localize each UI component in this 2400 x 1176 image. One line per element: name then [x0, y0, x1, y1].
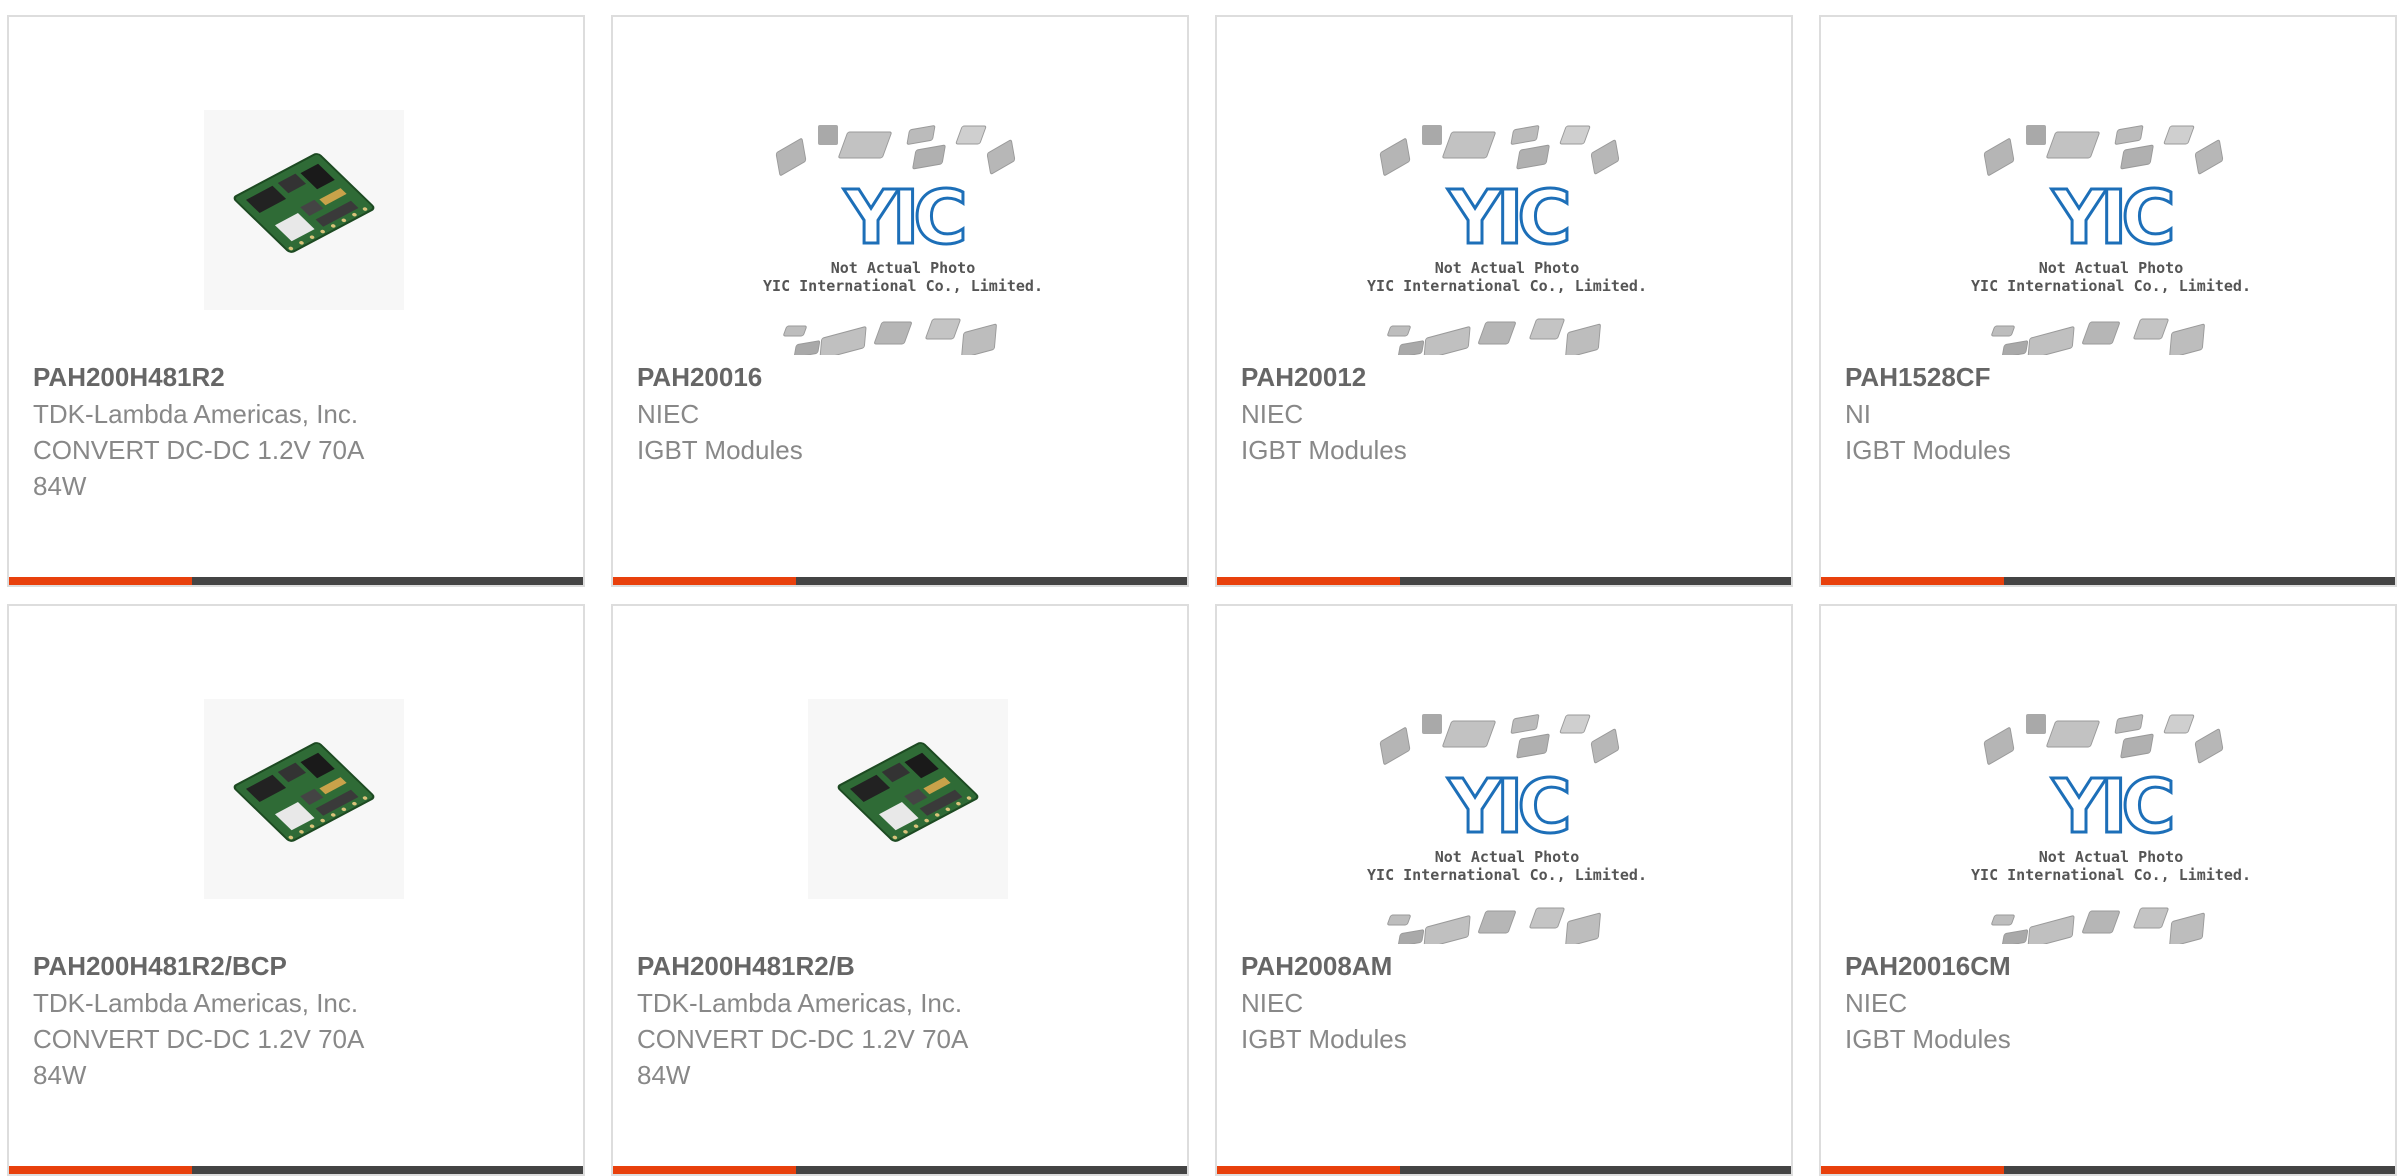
svg-text:YIC: YIC: [2051, 175, 2171, 261]
card-accent-bar: [1217, 1166, 1400, 1174]
product-info: PAH20016 NIEC IGBT Modules: [637, 359, 1037, 468]
manufacturer: NIEC: [637, 399, 700, 429]
yic-logo-icon: YIC: [1446, 763, 1575, 852]
product-image[interactable]: YIC Not Actual Photo YIC International Co.…: [1217, 682, 1791, 944]
yic-logo-icon: YIC: [2050, 763, 2179, 852]
description: IGBT Modules: [1241, 435, 1407, 465]
manufacturer: TDK-Lambda Americas, Inc.: [637, 988, 963, 1018]
description: IGBT Modules: [1241, 1024, 1407, 1054]
product-image[interactable]: YIC Not Actual Photo YIC International Co.…: [613, 93, 1187, 355]
manufacturer: NIEC: [1241, 988, 1304, 1018]
part-number-link[interactable]: PAH20016CM: [1845, 948, 2245, 985]
card-accent-bar: [9, 1166, 192, 1174]
product-card[interactable]: PAH200H481R2 TDK-Lambda Americas, Inc. C…: [7, 15, 585, 587]
product-info: PAH2008AM NIEC IGBT Modules: [1241, 948, 1641, 1057]
product-info: PAH200H481R2 TDK-Lambda Americas, Inc. C…: [33, 359, 433, 504]
part-number-link[interactable]: PAH200H481R2/BCP: [33, 948, 433, 985]
description: IGBT Modules: [1845, 435, 2011, 465]
svg-text:YIC: YIC: [2051, 764, 2171, 850]
part-number-link[interactable]: PAH1528CF: [1845, 359, 2245, 396]
product-image[interactable]: YIC Not Actual Photo YIC International Co.…: [1217, 93, 1791, 355]
card-footer-bar: [613, 577, 1187, 585]
card-footer-bar: [9, 577, 583, 585]
placeholder-caption: Not Actual Photo: [831, 259, 976, 277]
placeholder-caption: Not Actual Photo: [2039, 259, 2184, 277]
product-card[interactable]: PAH200H481R2/B TDK-Lambda Americas, Inc.…: [611, 604, 1189, 1176]
part-number-link[interactable]: PAH200H481R2: [33, 359, 433, 396]
product-card[interactable]: YIC Not Actual Photo YIC International Co.…: [1215, 15, 1793, 587]
placeholder-company: YIC International Co., Limited.: [1367, 277, 1647, 295]
svg-text:YIC: YIC: [843, 175, 963, 261]
placeholder-company: YIC International Co., Limited.: [1971, 277, 2251, 295]
product-image[interactable]: YIC Not Actual Photo YIC International Co.…: [1821, 93, 2395, 355]
placeholder-caption: Not Actual Photo: [1435, 848, 1580, 866]
card-accent-bar: [613, 1166, 796, 1174]
card-footer-bar: [9, 1166, 583, 1174]
card-footer-bar: [1821, 1166, 2395, 1174]
part-number-link[interactable]: PAH20012: [1241, 359, 1641, 396]
card-accent-bar: [1217, 577, 1400, 585]
card-accent-bar: [613, 577, 796, 585]
manufacturer: TDK-Lambda Americas, Inc.: [33, 988, 359, 1018]
svg-text:YIC: YIC: [1447, 175, 1567, 261]
product-info: PAH20016CM NIEC IGBT Modules: [1845, 948, 2245, 1057]
product-info: PAH20012 NIEC IGBT Modules: [1241, 359, 1641, 468]
card-footer-bar: [1217, 577, 1791, 585]
product-card[interactable]: YIC Not Actual Photo YIC International Co.…: [611, 15, 1189, 587]
description: CONVERT DC-DC 1.2V 70A 84W: [33, 435, 365, 501]
yic-logo-icon: YIC: [1446, 174, 1575, 263]
card-footer-bar: [1821, 577, 2395, 585]
manufacturer: NIEC: [1241, 399, 1304, 429]
product-card[interactable]: YIC Not Actual Photo YIC International Co.…: [1819, 15, 2397, 587]
manufacturer: NIEC: [1845, 988, 1908, 1018]
placeholder-company: YIC International Co., Limited.: [763, 277, 1043, 295]
product-card[interactable]: YIC Not Actual Photo YIC International Co.…: [1215, 604, 1793, 1176]
part-number-link[interactable]: PAH2008AM: [1241, 948, 1641, 985]
description: IGBT Modules: [637, 435, 803, 465]
placeholder-company: YIC International Co., Limited.: [1971, 866, 2251, 884]
svg-text:YIC: YIC: [1447, 764, 1567, 850]
placeholder-company: YIC International Co., Limited.: [1367, 866, 1647, 884]
product-image[interactable]: YIC Not Actual Photo YIC International Co.…: [1821, 682, 2395, 944]
description: CONVERT DC-DC 1.2V 70A 84W: [33, 1024, 365, 1090]
card-footer-bar: [1217, 1166, 1791, 1174]
card-accent-bar: [9, 577, 192, 585]
placeholder-caption: Not Actual Photo: [2039, 848, 2184, 866]
manufacturer: NI: [1845, 399, 1871, 429]
product-grid: PAH200H481R2 TDK-Lambda Americas, Inc. C…: [0, 0, 2400, 1176]
placeholder-caption: Not Actual Photo: [1435, 259, 1580, 277]
card-accent-bar: [1821, 577, 2004, 585]
manufacturer: TDK-Lambda Americas, Inc.: [33, 399, 359, 429]
product-info: PAH1528CF NI IGBT Modules: [1845, 359, 2245, 468]
description: IGBT Modules: [1845, 1024, 2011, 1054]
yic-logo-icon: YIC: [842, 174, 971, 263]
product-info: PAH200H481R2/BCP TDK-Lambda Americas, In…: [33, 948, 433, 1093]
product-card[interactable]: YIC Not Actual Photo YIC International Co.…: [1819, 604, 2397, 1176]
part-number-link[interactable]: PAH20016: [637, 359, 1037, 396]
description: CONVERT DC-DC 1.2V 70A 84W: [637, 1024, 969, 1090]
product-card[interactable]: PAH200H481R2/BCP TDK-Lambda Americas, In…: [7, 604, 585, 1176]
card-accent-bar: [1821, 1166, 2004, 1174]
yic-logo-icon: YIC: [2050, 174, 2179, 263]
card-footer-bar: [613, 1166, 1187, 1174]
product-image[interactable]: [9, 93, 583, 355]
product-image[interactable]: [613, 682, 1187, 944]
part-number-link[interactable]: PAH200H481R2/B: [637, 948, 1037, 985]
product-image[interactable]: [9, 682, 583, 944]
product-info: PAH200H481R2/B TDK-Lambda Americas, Inc.…: [637, 948, 1037, 1093]
